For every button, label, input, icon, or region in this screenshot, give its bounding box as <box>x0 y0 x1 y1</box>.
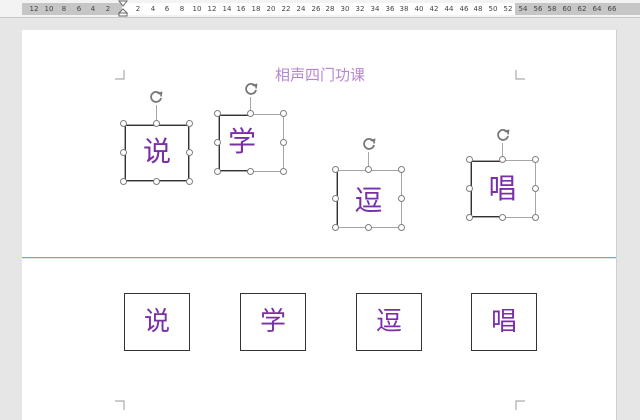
rotate-handle-icon[interactable] <box>243 81 259 97</box>
resize-handle[interactable] <box>214 139 221 146</box>
ruler-tick: 12 <box>207 5 217 13</box>
resize-handle[interactable] <box>398 224 405 231</box>
ruler-tick: 6 <box>164 5 170 13</box>
char-box-dou[interactable]: 逗 <box>356 293 422 351</box>
ruler-tick: 42 <box>429 5 439 13</box>
resize-handle[interactable] <box>466 214 473 221</box>
char-box-shuo[interactable]: 说 <box>124 293 190 351</box>
ruler-tick: 50 <box>488 5 498 13</box>
resize-handle[interactable] <box>120 149 127 156</box>
resize-handle[interactable] <box>499 214 506 221</box>
resize-handle[interactable] <box>532 214 539 221</box>
ruler-tick: 30 <box>340 5 350 13</box>
ruler-tick: 64 <box>592 5 602 13</box>
resize-handle[interactable] <box>120 120 127 127</box>
ruler-tick: 38 <box>399 5 409 13</box>
margin-corner-mark <box>115 70 125 80</box>
resize-handle[interactable] <box>186 178 193 185</box>
ruler-tick: 22 <box>281 5 291 13</box>
shape-char: 说 <box>142 135 171 168</box>
resize-handle[interactable] <box>280 139 287 146</box>
resize-handle[interactable] <box>365 166 372 173</box>
box-char: 唱 <box>490 307 517 337</box>
resize-handle[interactable] <box>280 168 287 175</box>
ruler-tick: 32 <box>355 5 365 13</box>
resize-handle[interactable] <box>186 120 193 127</box>
ruler-tick: 28 <box>325 5 335 13</box>
resize-handle[interactable] <box>153 178 160 185</box>
resize-handle[interactable] <box>532 185 539 192</box>
rotate-handle-icon[interactable] <box>148 89 164 105</box>
box-char: 说 <box>143 307 170 337</box>
resize-handle[interactable] <box>398 195 405 202</box>
ruler-tick: 58 <box>547 5 557 13</box>
document-title: 相声四门功课 <box>274 66 365 84</box>
ruler-tick: 10 <box>192 5 202 13</box>
rotate-handle-icon[interactable] <box>361 136 377 152</box>
ruler-tick: 48 <box>473 5 483 13</box>
ruler-tick: 62 <box>577 5 587 13</box>
ruler-tick: 34 <box>370 5 380 13</box>
resize-handle[interactable] <box>214 168 221 175</box>
ruler-tick: 10 <box>44 5 54 13</box>
ruler-tick: 52 <box>503 5 513 13</box>
margin-corner-mark <box>115 400 125 410</box>
indent-marker-icon[interactable] <box>118 0 128 17</box>
ruler-tick: 8 <box>179 5 185 13</box>
char-box-xue[interactable]: 学 <box>240 293 306 351</box>
resize-handle[interactable] <box>332 195 339 202</box>
ruler-tick: 2 <box>105 5 111 13</box>
left-gutter <box>0 18 22 420</box>
box-char: 逗 <box>375 307 402 337</box>
resize-handle[interactable] <box>398 166 405 173</box>
shape-char: 唱 <box>488 172 517 205</box>
resize-handle[interactable] <box>247 168 254 175</box>
ruler-tick: 24 <box>296 5 306 13</box>
resize-handle[interactable] <box>365 224 372 231</box>
resize-handle[interactable] <box>499 156 506 163</box>
resize-handle[interactable] <box>532 156 539 163</box>
resize-handle[interactable] <box>153 120 160 127</box>
ruler-tick: 12 <box>29 5 39 13</box>
ruler-tick: 54 <box>518 5 528 13</box>
resize-handle[interactable] <box>332 166 339 173</box>
resize-handle[interactable] <box>247 110 254 117</box>
ruler-tick: 60 <box>562 5 572 13</box>
resize-handle[interactable] <box>214 110 221 117</box>
margin-corner-mark <box>515 70 525 80</box>
resize-handle[interactable] <box>332 224 339 231</box>
ruler-tick: 44 <box>444 5 454 13</box>
resize-handle[interactable] <box>186 149 193 156</box>
resize-handle[interactable] <box>280 110 287 117</box>
ruler-tick: 4 <box>90 5 96 13</box>
shape-char: 逗 <box>354 184 383 217</box>
resize-handle[interactable] <box>466 156 473 163</box>
box-char: 学 <box>259 307 286 337</box>
rotate-handle-icon[interactable] <box>495 127 511 143</box>
ruler-tick: 16 <box>236 5 246 13</box>
margin-corner-mark <box>515 400 525 410</box>
page-break-line <box>22 257 616 258</box>
resize-handle[interactable] <box>120 178 127 185</box>
shape-char: 学 <box>227 125 256 158</box>
horizontal-ruler[interactable]: 12 10 8 6 4 2 2 4 6 8 10 12 14 16 18 20 … <box>0 0 640 18</box>
resize-handle[interactable] <box>466 185 473 192</box>
ruler-tick: 40 <box>414 5 424 13</box>
ruler-tick: 8 <box>61 5 67 13</box>
ruler-tick: 66 <box>607 5 617 13</box>
ruler-tick: 2 <box>135 5 141 13</box>
char-box-chang[interactable]: 唱 <box>471 293 537 351</box>
ruler-tick: 20 <box>266 5 276 13</box>
ruler-tick: 18 <box>251 5 261 13</box>
